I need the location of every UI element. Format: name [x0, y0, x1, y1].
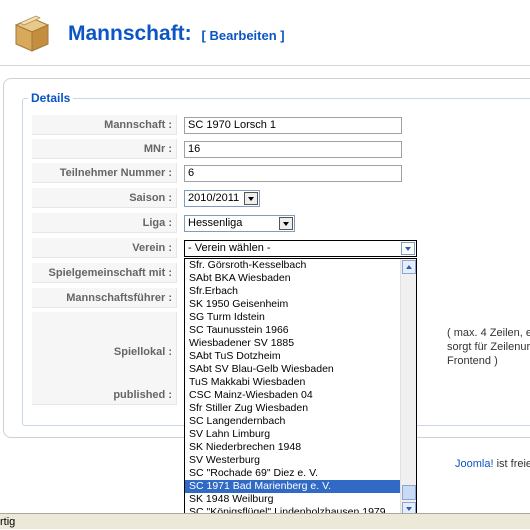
chevron-down-icon[interactable]: [279, 217, 293, 230]
dropdown-option[interactable]: SG Turm Idstein: [185, 311, 401, 324]
chevron-down-icon[interactable]: [244, 192, 258, 205]
dropdown-option[interactable]: SC "Rochade 69" Diez e. V.: [185, 467, 401, 480]
dropdown-option[interactable]: Wiesbadener SV 1885: [185, 337, 401, 350]
scroll-up-icon[interactable]: [402, 260, 416, 274]
row-verein: Verein : - Verein wählen -: [32, 238, 530, 258]
status-text: rtig: [0, 516, 16, 528]
dropdown-option[interactable]: SC Taunusstein 1966: [185, 324, 401, 337]
mannschaftsfuehrer-label: Mannschaftsführer :: [32, 288, 177, 308]
liga-select[interactable]: Hessenliga: [184, 215, 295, 232]
verein-select[interactable]: - Verein wählen -: [184, 240, 417, 257]
liga-label: Liga :: [32, 213, 177, 233]
saison-label: Saison :: [32, 188, 177, 208]
details-legend: Details: [28, 91, 74, 105]
dropdown-option[interactable]: Sfr.Erbach: [185, 285, 401, 298]
page-header: Mannschaft: [ Bearbeiten ]: [0, 0, 530, 66]
mannschaft-input[interactable]: SC 1970 Lorsch 1: [184, 117, 402, 134]
footer-text: ist freie: [493, 458, 530, 470]
verein-value: - Verein wählen -: [188, 242, 271, 254]
dropdown-option[interactable]: SC 1971 Bad Marienberg e. V.: [185, 480, 401, 493]
saison-select[interactable]: 2010/2011: [184, 190, 260, 207]
row-teilnehmer: Teilnehmer Nummer : 6: [32, 163, 530, 183]
dropdown-option[interactable]: Sfr Stiller Zug Wiesbaden: [185, 402, 401, 415]
dropdown-option[interactable]: CSC Mainz-Wiesbaden 04: [185, 389, 401, 402]
mannschaft-label: Mannschaft :: [32, 115, 177, 135]
dropdown-option[interactable]: Sfr. Görsroth-Kesselbach: [185, 259, 401, 272]
dropdown-option[interactable]: SK Niederbrechen 1948: [185, 441, 401, 454]
dropdown-option[interactable]: SV Westerburg: [185, 454, 401, 467]
dropdown-option[interactable]: SAbt SV Blau-Gelb Wiesbaden: [185, 363, 401, 376]
edit-action-label: [ Bearbeiten ]: [201, 28, 285, 43]
dropdown-option[interactable]: SK 1948 Weilburg: [185, 493, 401, 506]
status-bar: rtig: [0, 513, 530, 529]
box-icon: [14, 15, 50, 52]
spiellokal-label: Spiellokal :: [32, 312, 177, 392]
hint-line: sorgt für Zeilenur: [447, 341, 530, 353]
dropdown-option[interactable]: SK 1950 Geisenheim: [185, 298, 401, 311]
dropdown-option[interactable]: SAbt BKA Wiesbaden: [185, 272, 401, 285]
row-mannschaft: Mannschaft : SC 1970 Lorsch 1: [32, 115, 530, 135]
row-saison: Saison : 2010/2011: [32, 188, 530, 208]
verein-label: Verein :: [32, 238, 177, 258]
hint-line: ( max. 4 Zeilen, e: [447, 327, 530, 339]
footer: Joomla! ist freie: [455, 458, 530, 470]
saison-value: 2010/2011: [188, 192, 240, 204]
dropdown-option[interactable]: SC Langendernbach: [185, 415, 401, 428]
spiellokal-hint: ( max. 4 Zeilen, e sorgt für Zeilenur Fr…: [447, 326, 530, 368]
title-text: Mannschaft:: [68, 22, 192, 45]
mnr-label: MNr :: [32, 139, 177, 159]
row-mnr: MNr : 16: [32, 139, 530, 159]
published-label: published :: [32, 385, 177, 405]
teilnehmer-label: Teilnehmer Nummer :: [32, 163, 177, 183]
row-liga: Liga : Hessenliga: [32, 213, 530, 233]
mnr-input[interactable]: 16: [184, 141, 402, 158]
dropdown-option[interactable]: SV Lahn Limburg: [185, 428, 401, 441]
chevron-down-icon[interactable]: [401, 242, 415, 255]
page-title: Mannschaft: [ Bearbeiten ]: [68, 22, 285, 46]
dropdown-scrollbar[interactable]: [400, 259, 416, 517]
verein-dropdown-list[interactable]: Sfr. Görsroth-Kesselbach SAbt BKA Wiesbad…: [184, 258, 417, 518]
dropdown-option[interactable]: TuS Makkabi Wiesbaden: [185, 376, 401, 389]
scroll-thumb[interactable]: [402, 485, 416, 500]
hint-line: Frontend ): [447, 355, 498, 367]
joomla-link[interactable]: Joomla!: [455, 458, 494, 470]
liga-value: Hessenliga: [188, 217, 243, 229]
teilnehmer-input[interactable]: 6: [184, 165, 402, 182]
dropdown-items: Sfr. Görsroth-Kesselbach SAbt BKA Wiesbad…: [185, 259, 401, 517]
spielgemeinschaft-label: Spielgemeinschaft mit :: [32, 263, 177, 283]
dropdown-option[interactable]: SAbt TuS Dotzheim: [185, 350, 401, 363]
